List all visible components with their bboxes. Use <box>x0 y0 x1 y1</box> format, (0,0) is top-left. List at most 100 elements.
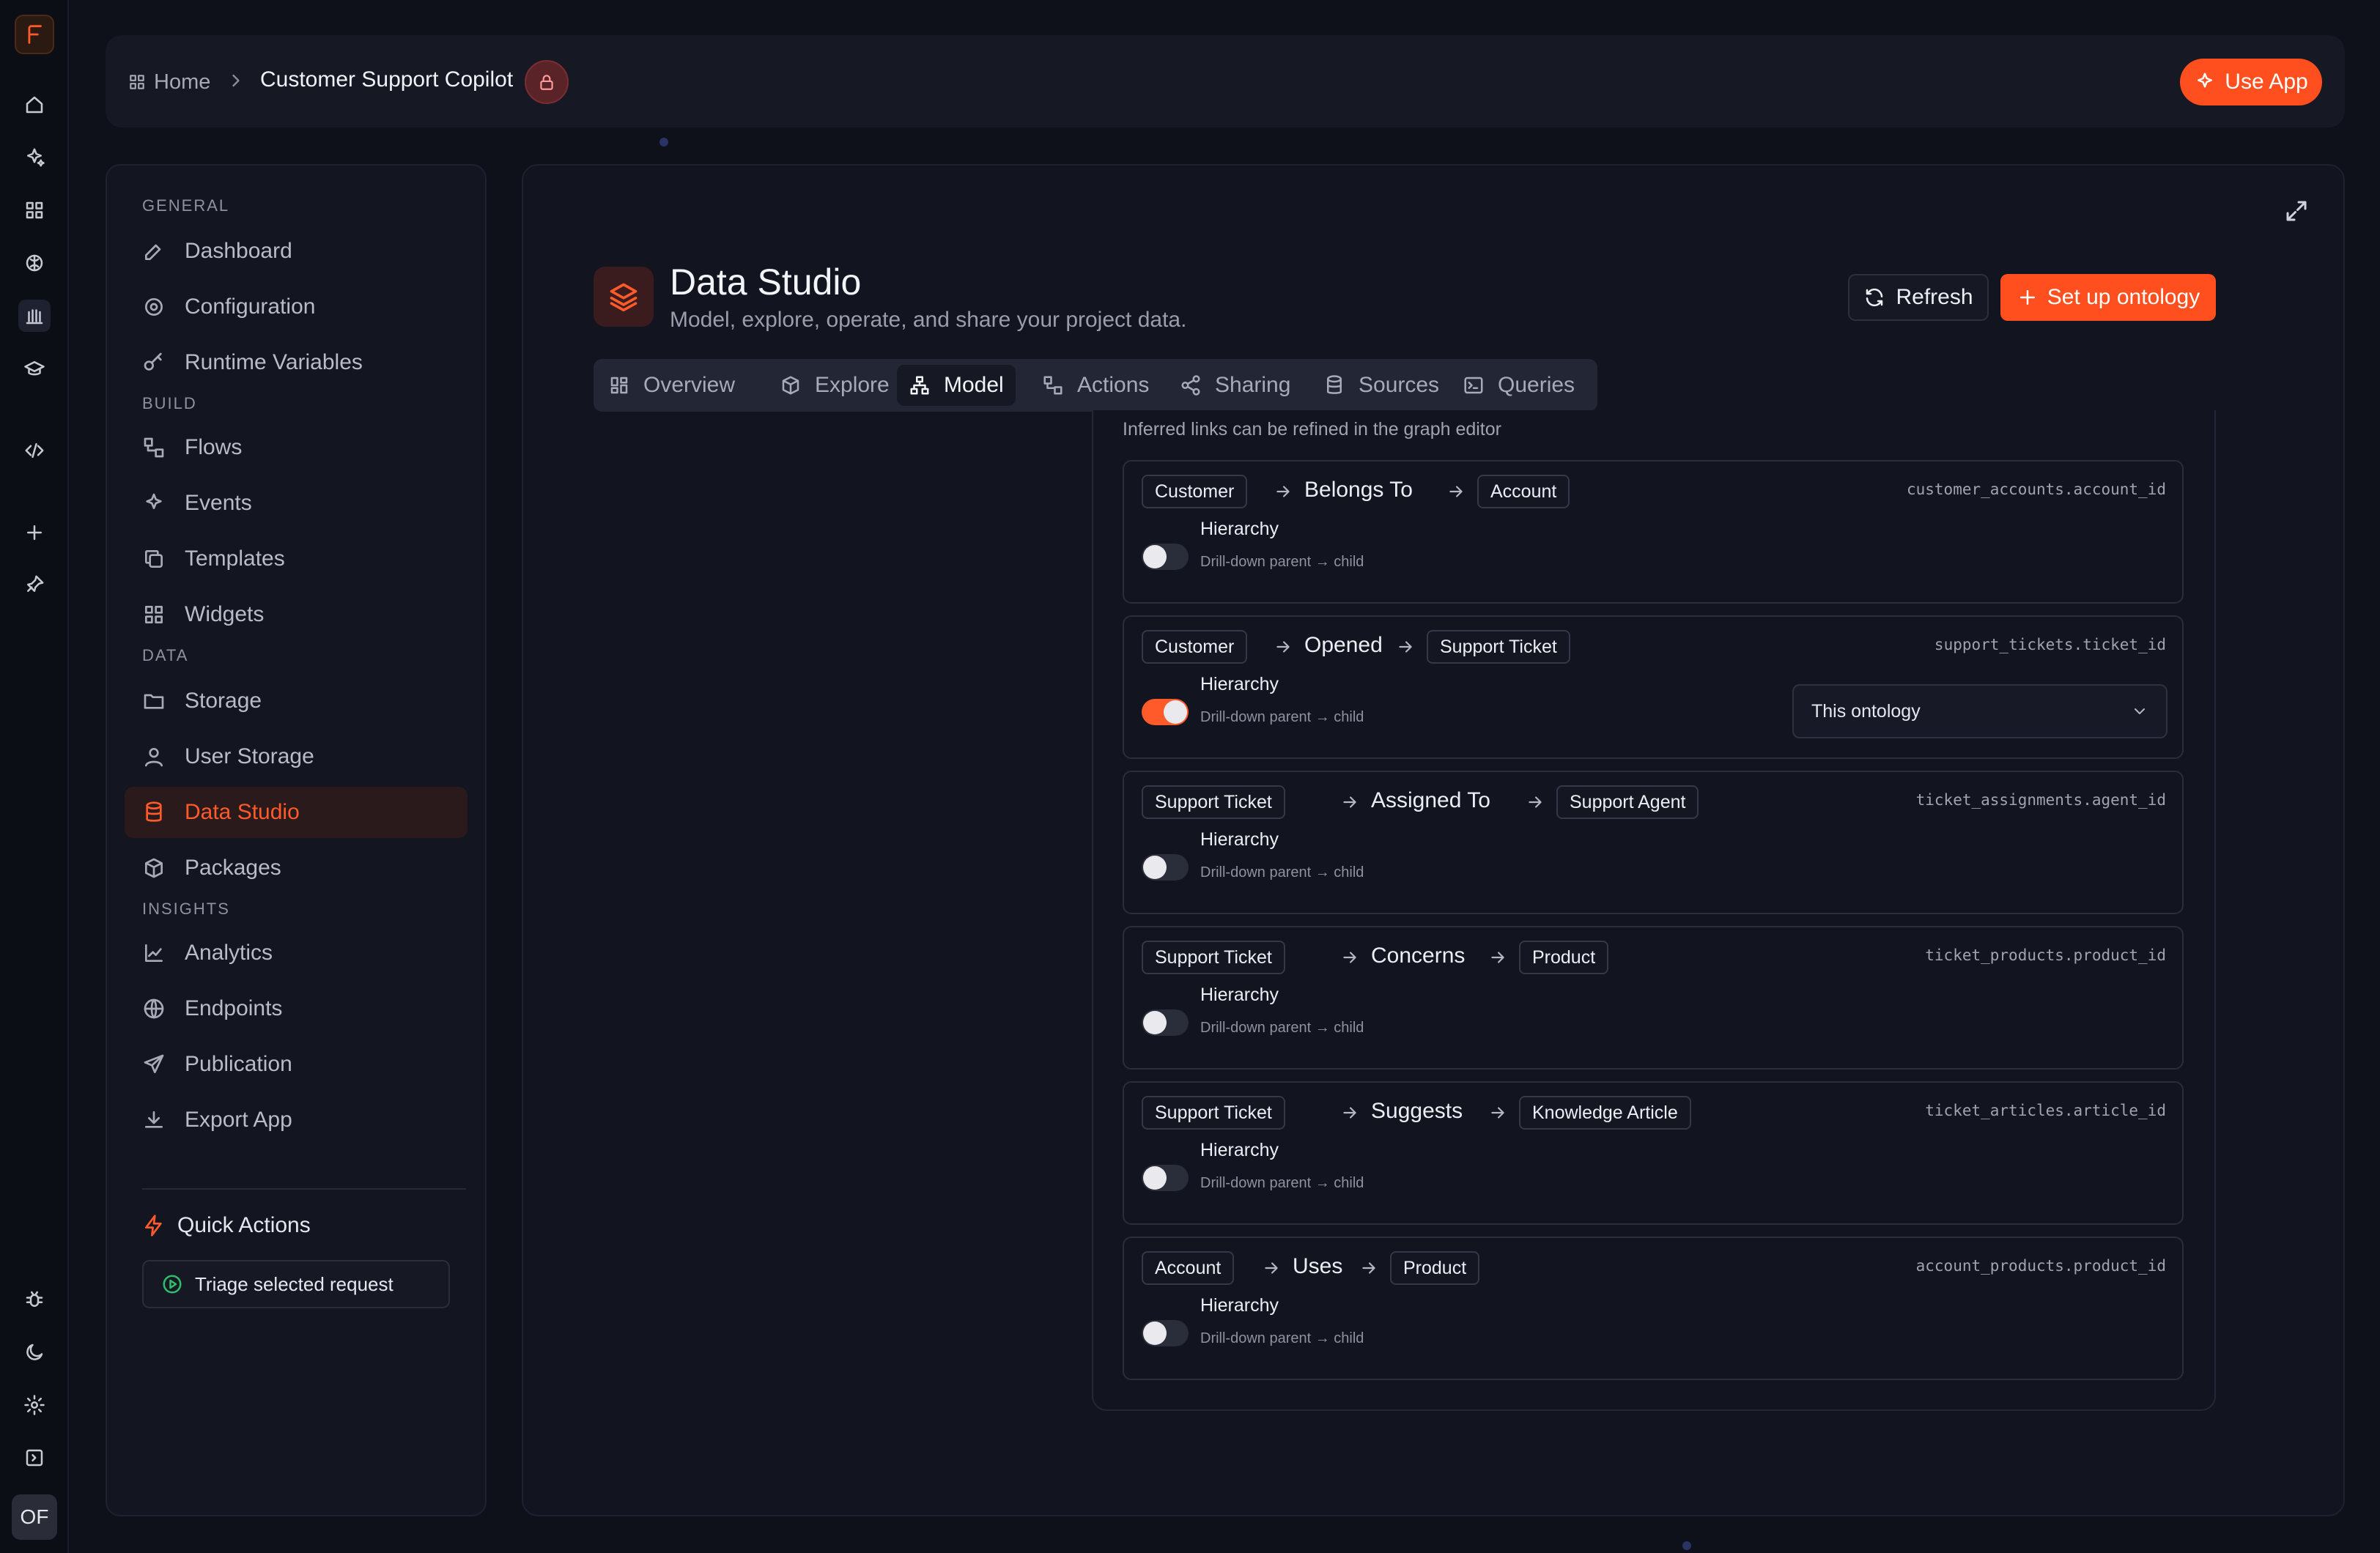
tab-explore[interactable]: Explore <box>768 365 901 406</box>
sidebar-item-user-storage[interactable]: User Storage <box>125 731 468 782</box>
link-card[interactable]: Support Ticket Suggests Knowledge Article t… <box>1123 1081 2184 1225</box>
join-column: customer_accounts.account_id <box>1906 481 2166 498</box>
decor-dot <box>1682 1541 1691 1550</box>
entity-chip[interactable]: Support Ticket <box>1142 1096 1285 1130</box>
sidebar-item-label: Analytics <box>185 941 273 965</box>
sidebar-item-analytics[interactable]: Analytics <box>125 927 468 979</box>
divider <box>142 1188 466 1190</box>
entity-chip[interactable]: Support Ticket <box>1142 785 1285 819</box>
avatar[interactable]: OF <box>12 1494 57 1540</box>
grid-icon[interactable] <box>18 194 51 226</box>
tab-overview[interactable]: Overview <box>596 365 747 406</box>
download-icon <box>142 1108 166 1132</box>
tab-actions[interactable]: Actions <box>1030 365 1161 406</box>
sidebar-item-label: User Storage <box>185 744 314 768</box>
sidebar-item-publication[interactable]: Publication <box>125 1039 468 1090</box>
entity-chip[interactable]: Support Agent <box>1556 785 1699 819</box>
hierarchy-label: Hierarchy <box>1200 1295 1279 1316</box>
hierarchy-toggle[interactable] <box>1142 1320 1189 1346</box>
hierarchy-label: Hierarchy <box>1200 985 1279 1005</box>
sidebar-item-label: Packages <box>185 856 281 880</box>
sidebar-item-events[interactable]: Events <box>125 478 468 529</box>
entity-chip[interactable]: Product <box>1390 1251 1480 1285</box>
pin-icon[interactable] <box>18 568 51 601</box>
sidebar-item-flows[interactable]: Flows <box>125 422 468 473</box>
sidebar-item-storage[interactable]: Storage <box>125 675 468 727</box>
hierarchy-toggle[interactable] <box>1142 854 1189 881</box>
link-card[interactable]: Support Ticket Assigned To Support Agent ti… <box>1123 771 2184 914</box>
expand-icon[interactable] <box>2283 198 2310 224</box>
sidebar-item-packages[interactable]: Packages <box>125 842 468 894</box>
moon-icon[interactable] <box>18 1336 51 1368</box>
graduation-icon[interactable] <box>18 352 51 385</box>
sidebar-item-data-studio[interactable]: Data Studio <box>125 787 468 838</box>
sidebar-item-runtime-variables[interactable]: Runtime Variables <box>125 337 468 388</box>
link-card[interactable]: Customer Opened Support Ticket support_tick… <box>1123 615 2184 759</box>
sidebar-item-label: Storage <box>185 689 262 713</box>
arrow-right-icon <box>1446 482 1466 501</box>
lightning-icon <box>142 1214 166 1237</box>
sidebar-item-widgets[interactable]: Widgets <box>125 589 468 640</box>
collapse-icon[interactable] <box>18 1442 51 1474</box>
hierarchy-description: Drill-down parent → child <box>1200 709 1364 725</box>
setup-ontology-button[interactable]: Set up ontology <box>2000 274 2216 321</box>
page-title: Customer Support Copilot <box>260 67 514 92</box>
entity-chip[interactable]: Knowledge Article <box>1519 1096 1691 1130</box>
hierarchy-toggle[interactable] <box>1142 699 1189 725</box>
triage-button[interactable]: Triage selected request <box>142 1260 450 1308</box>
tab-model[interactable]: Model <box>897 365 1016 406</box>
tab-sources[interactable]: Sources <box>1312 365 1451 406</box>
hierarchy-toggle[interactable] <box>1142 1165 1189 1191</box>
tab-label: Model <box>944 373 1004 397</box>
key-icon <box>142 351 166 374</box>
brain-icon[interactable] <box>18 247 51 279</box>
arrow-right-icon <box>1340 1103 1359 1122</box>
share-icon <box>1180 374 1202 396</box>
use-app-button[interactable]: Use App <box>2180 59 2322 105</box>
sidebar-item-configuration[interactable]: Configuration <box>125 281 468 333</box>
entity-chip[interactable]: Support Ticket <box>1142 941 1285 974</box>
plus-icon <box>2017 286 2039 308</box>
sidebar-item-templates[interactable]: Templates <box>125 533 468 585</box>
sidebar-item-endpoints[interactable]: Endpoints <box>125 983 468 1034</box>
tab-sharing[interactable]: Sharing <box>1168 365 1302 406</box>
sidebar-item-export-app[interactable]: Export App <box>125 1094 468 1146</box>
gear-icon[interactable] <box>18 1389 51 1421</box>
grid-icon <box>128 73 147 92</box>
library-icon[interactable] <box>18 300 51 332</box>
send-icon <box>142 1053 166 1076</box>
entity-chip[interactable]: Product <box>1519 941 1609 974</box>
sparkle-icon[interactable] <box>18 141 51 174</box>
entity-chip[interactable]: Support Ticket <box>1427 630 1570 664</box>
arrow-right-icon <box>1488 948 1507 967</box>
data-studio-subtitle: Model, explore, operate, and share your … <box>670 308 1187 332</box>
plus-icon[interactable] <box>18 516 51 549</box>
data-studio-title: Data Studio <box>670 262 862 303</box>
lock-icon[interactable] <box>525 60 569 104</box>
entity-chip[interactable]: Account <box>1477 475 1570 508</box>
link-card[interactable]: Account Uses Product account_products.produ… <box>1123 1237 2184 1380</box>
hierarchy-description: Drill-down parent → child <box>1200 1020 1364 1036</box>
tab-label: Sources <box>1359 373 1440 397</box>
tab-label: Explore <box>815 373 890 397</box>
bug-icon[interactable] <box>18 1283 51 1316</box>
refresh-button[interactable]: Refresh <box>1848 274 1989 321</box>
code-icon[interactable] <box>18 434 51 467</box>
arrow-right-icon <box>1396 637 1415 656</box>
hierarchy-toggle[interactable] <box>1142 1009 1189 1036</box>
hierarchy-toggle[interactable] <box>1142 544 1189 570</box>
scope-select[interactable]: This ontology <box>1792 684 2168 738</box>
home-icon[interactable] <box>18 89 51 121</box>
entity-chip[interactable]: Customer <box>1142 475 1248 508</box>
link-card[interactable]: Customer Belongs To Account customer_accoun… <box>1123 460 2184 604</box>
entity-chip[interactable]: Account <box>1142 1251 1235 1285</box>
link-card[interactable]: Support Ticket Concerns Product ticket_prod… <box>1123 926 2184 1070</box>
breadcrumb-home[interactable]: Home <box>128 69 210 95</box>
tab-queries[interactable]: Queries <box>1451 365 1586 406</box>
sidebar-item-label: Data Studio <box>185 800 300 824</box>
tab-label: Overview <box>643 373 736 397</box>
logo-icon[interactable] <box>15 15 54 54</box>
sidebar-item-label: Runtime Variables <box>185 350 363 374</box>
entity-chip[interactable]: Customer <box>1142 630 1248 664</box>
sidebar-item-dashboard[interactable]: Dashboard <box>125 226 468 277</box>
